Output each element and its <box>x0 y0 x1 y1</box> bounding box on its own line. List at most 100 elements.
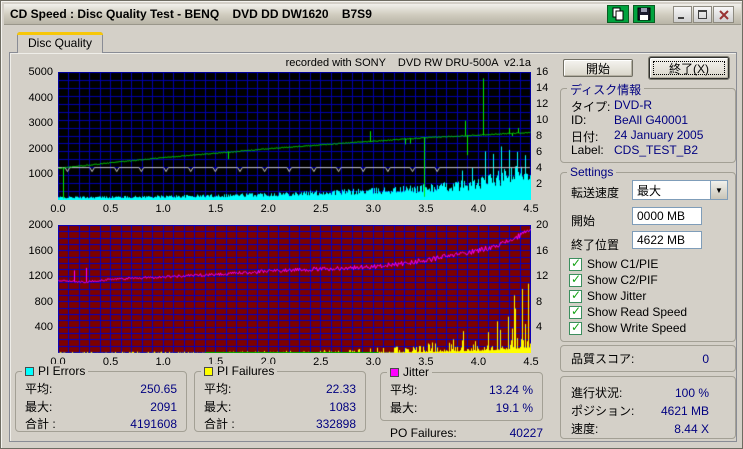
pi-errors-avg-row: 平均: 250.65 <box>25 381 177 397</box>
checkbox-show-write-speed[interactable]: ✓ Show Write Speed <box>569 319 687 335</box>
max-label: 最大: <box>204 400 232 414</box>
pi-errors-group-title: PI Errors <box>22 364 89 378</box>
jitter-group: Jitter 平均: 13.24 % 最大: 19.1 % <box>380 365 543 421</box>
copy-icon[interactable] <box>607 5 629 23</box>
avg-value: 250.65 <box>140 381 177 396</box>
x-axis-label: 4.5 <box>523 356 539 368</box>
maximize-button[interactable] <box>693 6 712 23</box>
x-axis-label: 4.5 <box>523 203 539 215</box>
speed-select[interactable]: 最大 ▼ <box>632 180 728 200</box>
tab-label: Disc Quality <box>27 36 92 50</box>
y-axis-left-label: 3000 <box>28 117 53 130</box>
po-failures-value: 40227 <box>509 425 543 440</box>
progress-label: 進行状況: <box>571 386 623 400</box>
check-icon: ✓ <box>571 319 582 334</box>
exit-button[interactable]: 終了(X) <box>648 56 730 80</box>
check-icon: ✓ <box>571 255 582 270</box>
quality-score-row: 品質スコア: 0 <box>571 351 709 367</box>
disc-id-label: ID: <box>571 113 587 127</box>
position-row: ポジション: 4621 MB <box>571 403 709 419</box>
checkbox-label: Show C1/PIE <box>587 257 659 271</box>
close-icon <box>718 9 729 20</box>
speed-value: 8.44 X <box>674 421 709 436</box>
checkbox-label: Show Read Speed <box>587 305 688 319</box>
minimize-button[interactable] <box>673 6 692 23</box>
progress-group: 進行状況: 100 % ポジション: 4621 MB 速度: 8.44 X <box>560 376 736 439</box>
pi-failures-total-row: 合計 : 332898 <box>204 416 356 432</box>
position-label: ポジション: <box>571 404 635 418</box>
y-axis-left-label: 5000 <box>28 66 53 78</box>
save-icon-glyph <box>637 7 651 21</box>
total-label: 合計 : <box>204 417 235 431</box>
max-label: 最大: <box>390 401 418 415</box>
pi-errors-title: PI Errors <box>38 364 86 378</box>
pie-chart-canvas <box>58 72 531 200</box>
start-pos-value: 0000 MB <box>637 209 686 223</box>
quality-score-label: 品質スコア: <box>571 352 635 366</box>
max-value: 1083 <box>329 399 356 414</box>
chevron-down-icon[interactable]: ▼ <box>710 181 727 199</box>
end-pos-value: 4622 MB <box>637 233 686 247</box>
check-icon: ✓ <box>571 303 582 318</box>
checkbox-label: Show C2/PIF <box>587 273 658 287</box>
po-failures-row: PO Failures: 40227 <box>390 425 543 440</box>
pi-failures-max-row: 最大: 1083 <box>204 399 356 415</box>
app-window: CD Speed : Disc Quality Test - BENQ DVD … <box>0 0 743 449</box>
y-axis-left-label: 2000 <box>28 142 53 155</box>
close-button[interactable] <box>713 6 734 23</box>
jitter-max-row: 最大: 19.1 % <box>390 400 533 416</box>
pif-chart: 2000 1600 1200 800 400 20 16 12 8 4 0.0 0.5 1.0 1.5 2.… <box>29 219 549 368</box>
checkbox-box: ✓ <box>569 303 582 319</box>
jitter-legend-swatch <box>390 367 399 377</box>
pi-failures-group-title: PI Failures <box>201 364 278 378</box>
save-icon[interactable] <box>633 5 655 23</box>
checkbox-box: ✓ <box>569 319 582 335</box>
avg-value: 13.24 % <box>488 382 533 397</box>
start-pos-label: 開始 <box>571 214 596 228</box>
y-axis-left-label: 4000 <box>28 91 53 104</box>
x-axis-label: 3.0 <box>365 356 381 368</box>
disc-label-label: Label: <box>571 143 604 157</box>
start-pos-field[interactable]: 0000 MB <box>632 207 702 225</box>
checkbox-box: ✓ <box>569 272 582 287</box>
checkbox-label: Show Jitter <box>587 289 647 303</box>
end-pos-field[interactable]: 4622 MB <box>632 231 702 249</box>
jitter-avg-row: 平均: 13.24 % <box>390 382 533 398</box>
x-axis-label: 4.0 <box>470 356 487 368</box>
disc-type-value: DVD-R <box>614 98 652 112</box>
avg-label: 平均: <box>390 383 418 397</box>
start-button-label: 開始 <box>585 61 610 76</box>
tab-disc-quality[interactable]: Disc Quality <box>17 32 103 53</box>
x-axis-label: 0.5 <box>102 356 119 368</box>
x-axis-label: 3.5 <box>418 203 434 215</box>
avg-label: 平均: <box>25 382 53 396</box>
speed-row: 速度: 8.44 X <box>571 421 709 437</box>
max-value: 2091 <box>150 399 177 414</box>
x-axis-label: 1.0 <box>155 203 171 215</box>
disc-label-value: CDS_TEST_B2 <box>614 143 699 157</box>
end-pos-label: 終了位置 <box>571 238 620 252</box>
checkbox-show-read-speed[interactable]: ✓ Show Read Speed <box>569 303 688 319</box>
disc-date-value: 24 January 2005 <box>614 128 704 142</box>
pie-chart: 5000 4000 3000 2000 1000 16 14 12 10 8 6 4 2 0.0 0.5 1.… <box>29 66 549 215</box>
total-value: 332898 <box>315 416 356 431</box>
avg-label: 平均: <box>204 382 232 396</box>
start-button[interactable]: 開始 <box>563 59 633 77</box>
checkbox-show-c1-pie[interactable]: ✓ Show C1/PIE <box>569 255 659 271</box>
pi-failures-legend-swatch <box>204 366 213 376</box>
checkbox-box: ✓ <box>569 255 582 271</box>
checkbox-label: Show Write Speed <box>587 321 687 335</box>
recorded-with-label: recorded with SONY DVD RW DRU-500A v2.1a <box>285 57 531 69</box>
checkbox-show-c2-pif[interactable]: ✓ Show C2/PIF <box>569 272 658 287</box>
quality-score-group: 品質スコア: 0 <box>560 345 736 372</box>
window-title: CD Speed : Disc Quality Test - BENQ DVD … <box>10 7 372 21</box>
disc-info-group-title: ディスク情報 <box>567 81 645 98</box>
checkbox-show-jitter[interactable]: ✓ Show Jitter <box>569 288 647 303</box>
y-axis-left-label: 1200 <box>28 270 53 283</box>
title-bar[interactable]: CD Speed : Disc Quality Test - BENQ DVD … <box>4 4 741 25</box>
x-axis-label: 2.5 <box>313 356 329 368</box>
speed-select-value: 最大 <box>637 183 662 198</box>
y-axis-left-label: 800 <box>34 295 53 308</box>
y-axis-left-label: 400 <box>34 321 53 334</box>
x-axis-label: 1.5 <box>208 203 224 215</box>
